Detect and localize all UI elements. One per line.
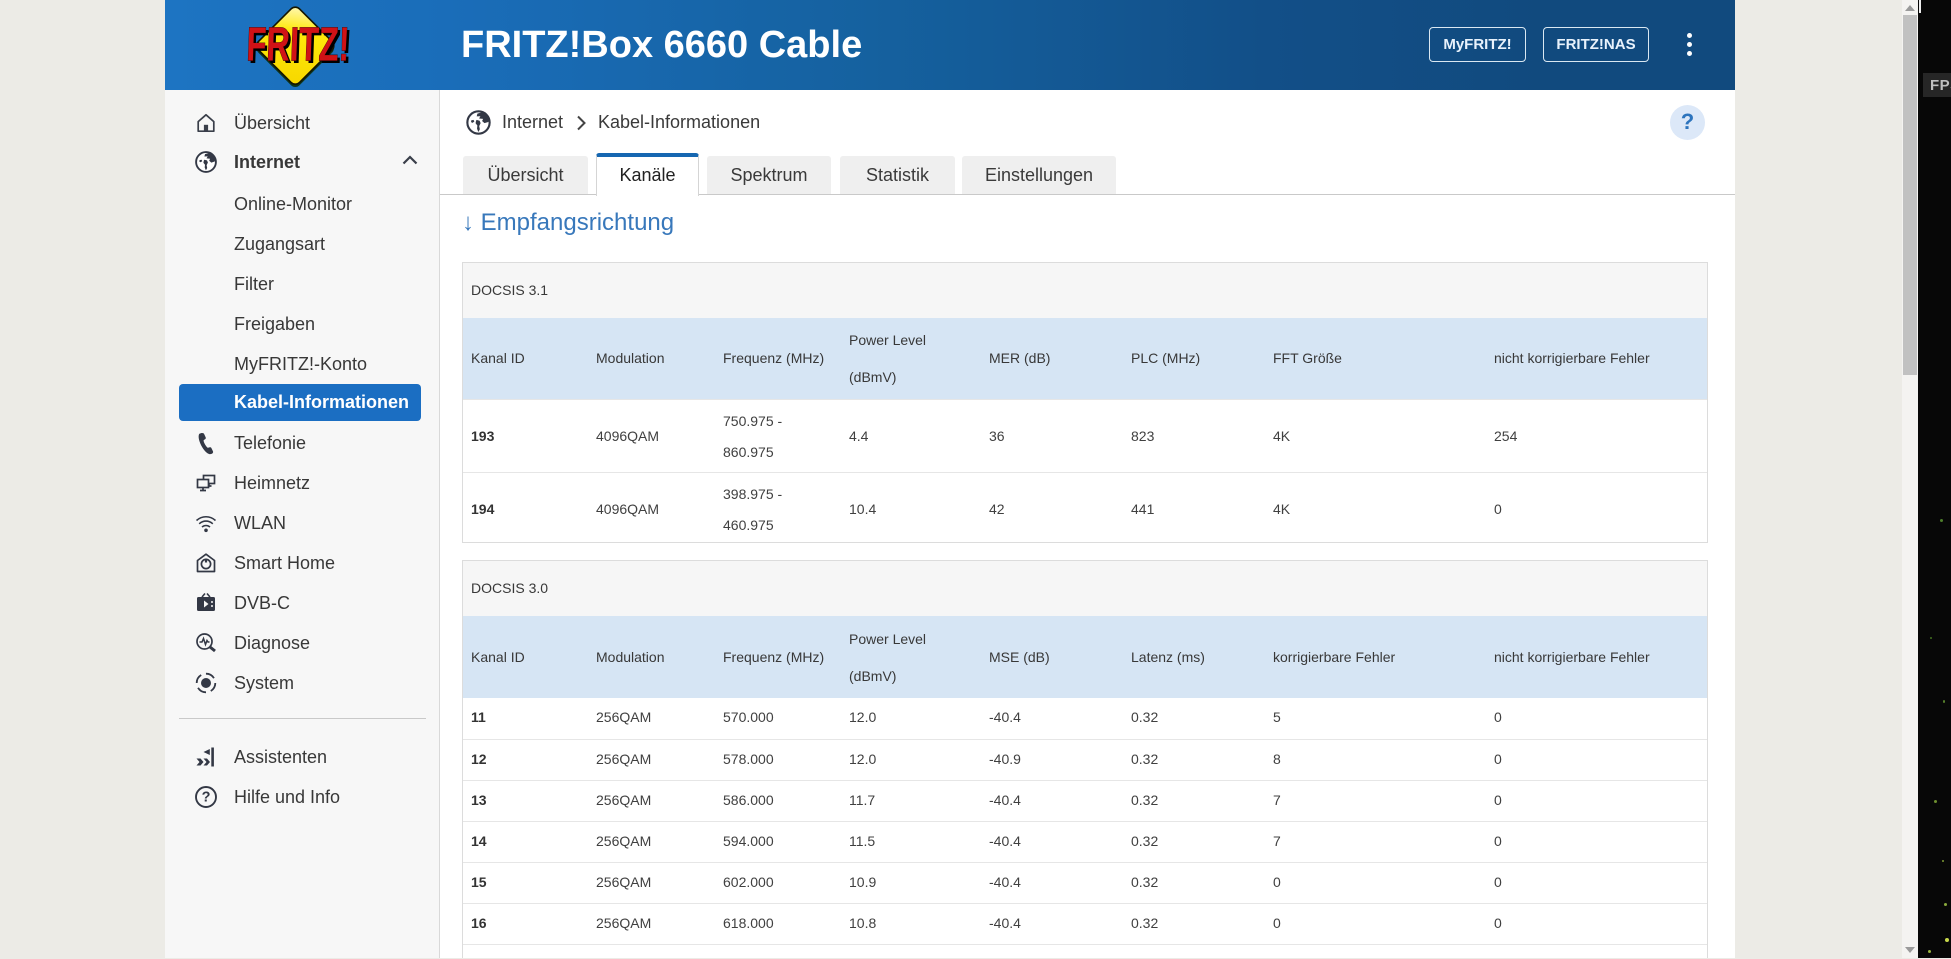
svg-text:?: ?: [202, 790, 211, 806]
svg-text:FRITZ!: FRITZ!: [246, 19, 351, 72]
